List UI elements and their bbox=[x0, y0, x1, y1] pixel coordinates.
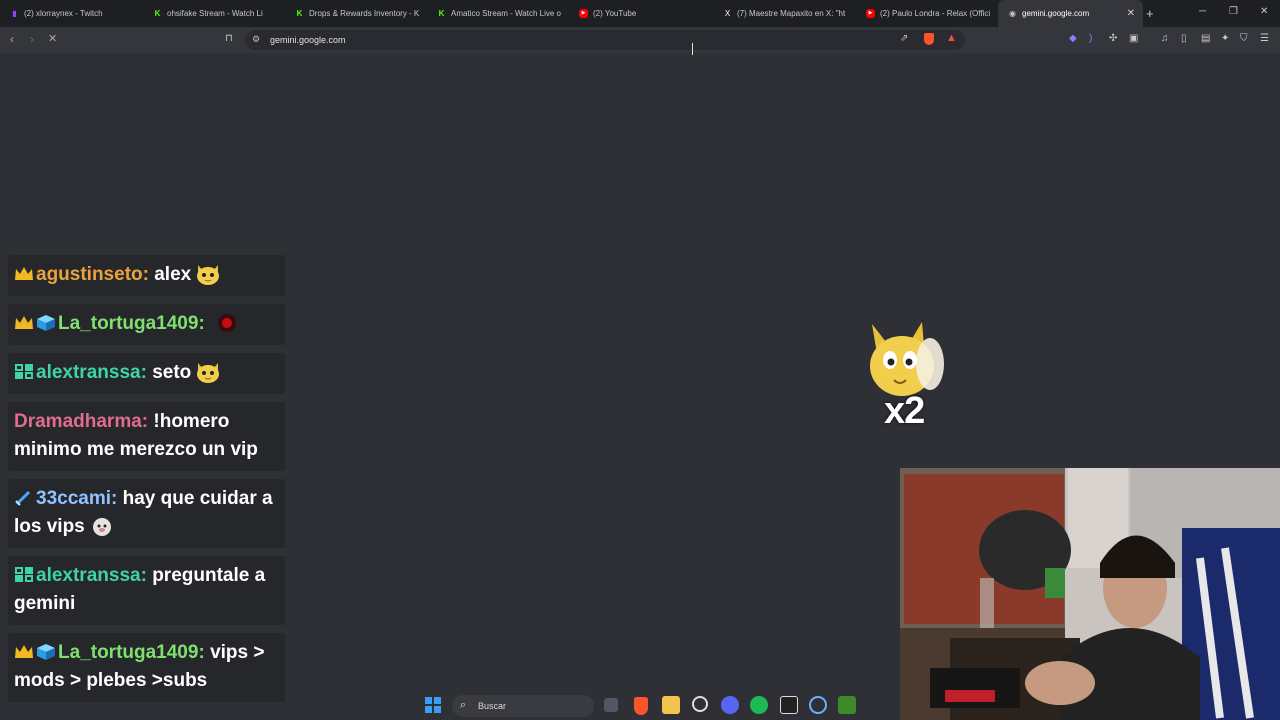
crown-badge-icon bbox=[14, 263, 34, 280]
task-view-icon[interactable] bbox=[604, 698, 618, 712]
vpn-icon[interactable]: ⛉ bbox=[1240, 33, 1248, 44]
spotify-icon[interactable] bbox=[750, 696, 768, 714]
tab-label: (7) Maestre Mapaxito en X: "ht bbox=[737, 9, 846, 18]
menu-icon[interactable]: ☰ bbox=[1260, 33, 1269, 44]
brave-shields-icon[interactable] bbox=[924, 33, 934, 45]
emote-combo-overlay: x2 bbox=[866, 318, 948, 436]
cat-emote-icon bbox=[195, 263, 221, 285]
red-emote-icon bbox=[214, 312, 240, 334]
chat-username[interactable]: La_tortuga1409: bbox=[58, 642, 205, 663]
wallet-icon[interactable]: ▤ bbox=[1201, 33, 1210, 44]
dog-emote-icon bbox=[89, 515, 115, 537]
screenshot-icon[interactable]: ▣ bbox=[1129, 33, 1138, 44]
address-bar[interactable]: ⚙ gemini.google.com ⇗ ▲ bbox=[245, 30, 965, 50]
search-icon: ⌕ bbox=[460, 699, 467, 711]
share-icon[interactable]: ⇗ bbox=[900, 33, 908, 44]
kick-icon: K bbox=[296, 9, 303, 18]
chat-message: 33ccami: hay que cuidar a los vips bbox=[8, 479, 285, 548]
youtube-icon: ▶ bbox=[579, 9, 588, 18]
close-window-icon[interactable]: ✕ bbox=[1260, 6, 1268, 17]
chat-username[interactable]: agustinseto: bbox=[36, 264, 149, 285]
chat-username[interactable]: alextranssa: bbox=[36, 362, 147, 383]
audio-icon[interactable]: ) bbox=[1089, 33, 1092, 44]
extensions-icon[interactable]: ✣ bbox=[1109, 33, 1117, 44]
chat-username[interactable]: La_tortuga1409: bbox=[58, 313, 205, 334]
tab-1[interactable]: ▮ (2) xlorraynex - Twitch bbox=[0, 0, 143, 27]
stop-loading-icon[interactable]: ✕ bbox=[48, 32, 57, 45]
tab-2[interactable]: Kohsifake Stream - Watch Li bbox=[143, 0, 285, 27]
tab-4[interactable]: K Amatico Stream - Watch Live o bbox=[427, 0, 569, 27]
tab-bar: ▮ (2) xlorraynex - Twitch Kohsifake Stream… bbox=[0, 0, 1280, 27]
stream-chat-overlay: agustinseto: alex La_tortuga1409: alextra… bbox=[8, 255, 285, 710]
address-bar-url: gemini.google.com bbox=[270, 35, 346, 45]
ai-icon[interactable]: ✦ bbox=[1221, 33, 1229, 44]
tab-5[interactable]: ▶ (2) YouTube bbox=[569, 0, 713, 27]
sidebar-icon[interactable]: ▯ bbox=[1181, 33, 1187, 44]
search-placeholder: Buscar bbox=[478, 701, 507, 711]
emote-multiplier: x2 bbox=[884, 390, 925, 432]
close-tab-icon[interactable]: ✕ bbox=[1127, 8, 1135, 19]
taskbar-search[interactable]: ⌕ Buscar bbox=[452, 695, 594, 717]
browser-toolbar: ‹ › ✕ ⊓ ⚙ gemini.google.com ⇗ ▲ ◆ ) ✣ ▣ … bbox=[0, 27, 1280, 53]
kick-icon: K bbox=[154, 9, 161, 18]
chat-text: seto bbox=[152, 362, 192, 383]
chat-username[interactable]: alextranssa: bbox=[36, 565, 147, 586]
kick-icon: K bbox=[438, 9, 445, 18]
grid-badge-icon bbox=[14, 361, 34, 379]
tab-label: gemini.google.com bbox=[1022, 9, 1090, 18]
chat-message: La_tortuga1409: vips > mods > plebes >su… bbox=[8, 633, 285, 702]
chat-message: La_tortuga1409: bbox=[8, 304, 285, 345]
chat-message: Dramadharma: !homero minimo me merezco u… bbox=[8, 402, 285, 471]
tab-label: ohsifake Stream - Watch Li bbox=[167, 9, 263, 18]
tab-label: (2) YouTube bbox=[593, 9, 637, 18]
tab-label: Amatico Stream - Watch Live o bbox=[451, 9, 561, 18]
youtube-icon: ▶ bbox=[866, 9, 875, 18]
chat-message: agustinseto: alex bbox=[8, 255, 285, 296]
cube-badge-icon bbox=[36, 312, 56, 331]
refresh-app-icon[interactable] bbox=[809, 696, 827, 714]
forward-icon[interactable]: › bbox=[30, 32, 34, 46]
site-settings-icon[interactable]: ⚙ bbox=[252, 34, 260, 45]
bookmark-icon[interactable]: ⊓ bbox=[225, 33, 233, 44]
discord-icon[interactable] bbox=[721, 696, 739, 714]
app-icon[interactable] bbox=[692, 696, 708, 712]
obs-icon[interactable] bbox=[780, 696, 798, 714]
chat-text: alex bbox=[154, 264, 192, 285]
leo-icon[interactable]: ◆ bbox=[1069, 33, 1077, 44]
crown-badge-icon bbox=[14, 641, 34, 658]
webcam-overlay bbox=[900, 468, 1280, 720]
chat-username[interactable]: Dramadharma: bbox=[14, 411, 148, 432]
x-icon: X bbox=[724, 9, 731, 18]
minimize-icon[interactable]: ─ bbox=[1199, 6, 1206, 17]
chat-message: alextranssa: preguntale a gemini bbox=[8, 556, 285, 625]
cat-emote-icon bbox=[195, 361, 221, 383]
chat-message: alextranssa: seto bbox=[8, 353, 285, 394]
tab-3[interactable]: K Drops & Rewards Inventory - K bbox=[285, 0, 427, 27]
text-cursor bbox=[692, 43, 693, 55]
tab-label: (2) xlorraynex - Twitch bbox=[24, 9, 103, 18]
tab-6[interactable]: X (7) Maestre Mapaxito en X: "ht bbox=[713, 0, 856, 27]
file-explorer-icon[interactable] bbox=[662, 696, 680, 714]
restore-icon[interactable]: ❐ bbox=[1229, 6, 1238, 17]
windows-start-icon[interactable] bbox=[424, 696, 442, 714]
crown-badge-icon bbox=[14, 312, 34, 329]
new-tab-button[interactable]: + bbox=[1146, 6, 1154, 21]
twitch-icon: ▮ bbox=[12, 9, 17, 18]
tab-8[interactable]: ◉ gemini.google.com ✕ bbox=[998, 0, 1143, 27]
chat-username[interactable]: 33ccami: bbox=[36, 488, 117, 509]
sword-badge-icon bbox=[14, 487, 34, 506]
back-icon[interactable]: ‹ bbox=[10, 32, 14, 46]
grid-badge-icon bbox=[14, 564, 34, 582]
tab-label: Drops & Rewards Inventory - K bbox=[309, 9, 420, 18]
globe-icon: ◉ bbox=[1009, 9, 1016, 18]
minecraft-icon[interactable] bbox=[838, 696, 856, 714]
media-icon[interactable]: ♫ bbox=[1161, 33, 1169, 44]
cube-badge-icon bbox=[36, 641, 56, 660]
windows-taskbar: ⌕ Buscar bbox=[418, 692, 864, 720]
tab-label: (2) Paulo Londra - Relax (Offici bbox=[880, 9, 991, 18]
brave-rewards-icon[interactable]: ▲ bbox=[946, 32, 957, 44]
brave-browser-icon[interactable] bbox=[634, 697, 648, 715]
tab-7[interactable]: ▶ (2) Paulo Londra - Relax (Offici bbox=[856, 0, 998, 27]
